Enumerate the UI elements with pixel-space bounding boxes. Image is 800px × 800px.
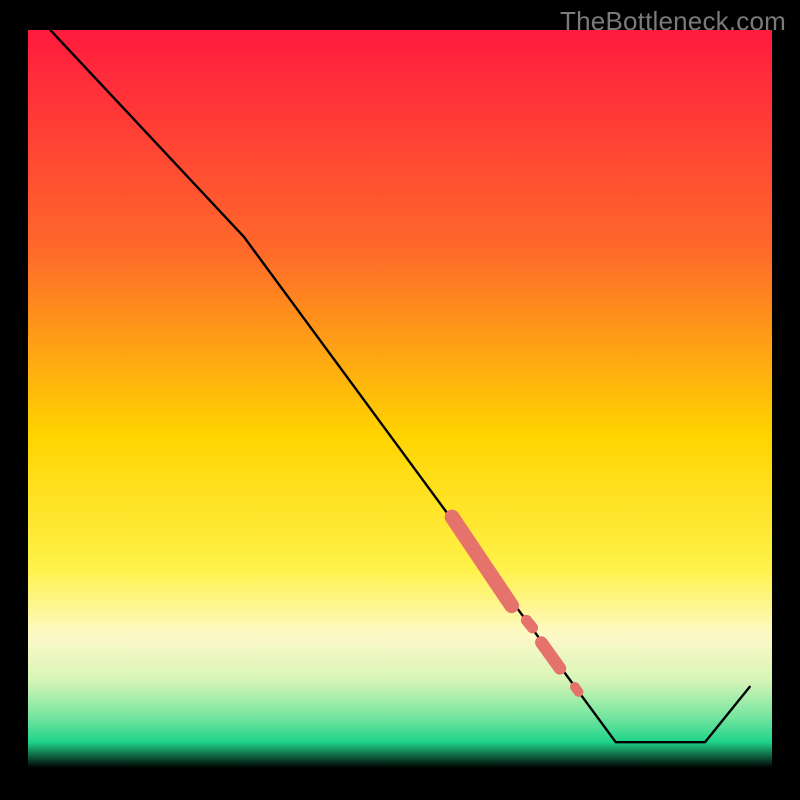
watermark-text: TheBottleneck.com bbox=[560, 6, 786, 37]
gradient-panel bbox=[28, 30, 772, 768]
chart-svg bbox=[0, 0, 800, 800]
highlight-dot-1 bbox=[526, 620, 532, 627]
chart-stage: TheBottleneck.com bbox=[0, 0, 800, 800]
highlight-dot-2 bbox=[575, 687, 579, 692]
